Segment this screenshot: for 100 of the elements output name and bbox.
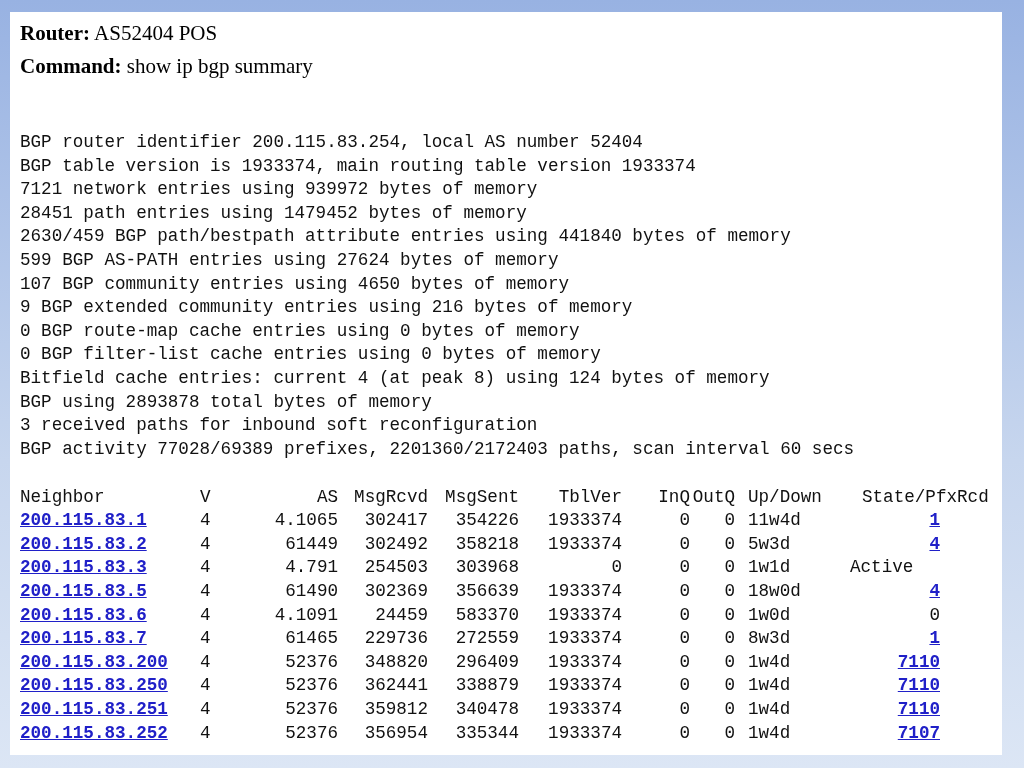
column-header: AS	[316, 485, 338, 508]
neighbor-link[interactable]: 200.115.83.252	[20, 721, 168, 744]
table-cell: 0	[679, 627, 690, 650]
neighbor-link[interactable]: 200.115.83.3	[20, 556, 147, 579]
table-cell: 4	[200, 532, 211, 555]
output-line: 9 BGP extended community entries using 216 bytes of memory	[20, 297, 633, 318]
prefix-count-link[interactable]: 7107	[897, 721, 940, 744]
table-cell: 52376	[285, 650, 338, 673]
table-cell: 0	[724, 627, 735, 650]
table-cell: 359812	[364, 698, 428, 721]
table-cell: 1w4d	[748, 650, 791, 673]
table-cell: 302417	[364, 509, 428, 532]
table-cell: 1w4d	[748, 721, 791, 744]
table-cell: 0	[724, 650, 735, 673]
column-header: InQ	[658, 485, 690, 508]
table-cell: 52376	[285, 674, 338, 697]
prefix-count-link[interactable]: 4	[929, 580, 940, 603]
output-line: 7121 network entries using 939972 bytes of memory	[20, 179, 538, 200]
table-cell: 1933374	[548, 721, 622, 744]
table-cell: 340478	[455, 698, 519, 721]
table-cell: 4	[200, 698, 211, 721]
table-cell: 296409	[455, 650, 519, 673]
table-cell: 4.1065	[274, 509, 338, 532]
prefix-count-link[interactable]: 4	[929, 532, 940, 555]
prefix-count-link[interactable]: 7110	[897, 698, 940, 721]
table-cell: 0	[724, 674, 735, 697]
table-cell: 61449	[285, 532, 338, 555]
table-cell: 358218	[455, 532, 519, 555]
table-cell: 0	[724, 532, 735, 555]
table-cell: 4	[200, 674, 211, 697]
neighbor-link[interactable]: 200.115.83.2	[20, 532, 147, 555]
table-cell: 1933374	[548, 627, 622, 650]
output-line: Bitfield cache entries: current 4 (at peak 8) using 124 bytes of memory	[20, 367, 770, 388]
table-cell: 4	[200, 603, 211, 626]
table-cell: 0	[929, 603, 940, 626]
table-cell: 348820	[364, 650, 428, 673]
table-cell: 1933374	[548, 698, 622, 721]
table-cell: 4.791	[285, 556, 338, 579]
table-cell: 5w3d	[748, 532, 791, 555]
table-cell: 4	[200, 556, 211, 579]
command-title: Command: show ip bgp summary	[20, 53, 314, 79]
table-cell: 0	[724, 580, 735, 603]
table-cell: 4	[200, 721, 211, 744]
table-cell: 1933374	[548, 509, 622, 532]
column-header: State/PfxRcd	[862, 485, 989, 508]
table-cell: 254503	[364, 556, 428, 579]
table-cell: 1w0d	[748, 603, 791, 626]
output-line: 0 BGP route-map cache entries using 0 bytes of memory	[20, 320, 580, 341]
output-line: 3 received paths for inbound soft reconfiguration	[20, 415, 538, 436]
output-line: 107 BGP community entries using 4650 bytes of memory	[20, 273, 569, 294]
neighbor-link[interactable]: 200.115.83.7	[20, 627, 147, 650]
table-cell: 356954	[364, 721, 428, 744]
prefix-count-link[interactable]: 1	[929, 509, 940, 532]
table-cell: 1w4d	[748, 698, 791, 721]
table-cell: 0	[724, 603, 735, 626]
output-line: BGP activity 77028/69389 prefixes, 2201360/2172403 paths, scan interval 60 secs	[20, 438, 855, 459]
prefix-count-link[interactable]: 1	[929, 627, 940, 650]
column-header: MsgSent	[445, 485, 519, 508]
neighbor-link[interactable]: 200.115.83.250	[20, 674, 168, 697]
table-cell: 1w1d	[748, 556, 791, 579]
neighbor-link[interactable]: 200.115.83.1	[20, 509, 147, 532]
table-cell: 0	[611, 556, 622, 579]
table-cell: 8w3d	[748, 627, 791, 650]
table-cell: 1933374	[548, 603, 622, 626]
table-cell: 0	[679, 650, 690, 673]
table-cell: 4.1091	[274, 603, 338, 626]
neighbor-link[interactable]: 200.115.83.200	[20, 650, 168, 673]
neighbor-link[interactable]: 200.115.83.5	[20, 580, 147, 603]
neighbor-link[interactable]: 200.115.83.251	[20, 698, 168, 721]
table-cell: 354226	[455, 509, 519, 532]
prefix-count-link[interactable]: 7110	[897, 674, 940, 697]
output-line: BGP router identifier 200.115.83.254, local AS number 52404	[20, 132, 643, 152]
table-cell: 0	[679, 698, 690, 721]
table-cell: 583370	[455, 603, 519, 626]
table-cell: 0	[679, 532, 690, 555]
table-cell: 338879	[455, 674, 519, 697]
table-cell: 4	[200, 509, 211, 532]
output-line: 0 BGP filter-list cache entries using 0 bytes of memory	[20, 344, 601, 365]
table-cell: 0	[679, 580, 690, 603]
table-cell: 1w4d	[748, 674, 791, 697]
table-cell: 0	[724, 698, 735, 721]
table-cell: 0	[679, 509, 690, 532]
table-cell: 229736	[364, 627, 428, 650]
table-cell: 1933374	[548, 580, 622, 603]
neighbor-link[interactable]: 200.115.83.6	[20, 603, 147, 626]
prefix-count-link[interactable]: 7110	[897, 650, 940, 673]
table-cell: 4	[200, 627, 211, 650]
output-line: 28451 path entries using 1479452 bytes of memory	[20, 202, 527, 223]
table-cell: 303968	[455, 556, 519, 579]
table-cell: 362441	[364, 674, 428, 697]
table-cell: 61465	[285, 627, 338, 650]
table-cell: 0	[724, 509, 735, 532]
column-header: V	[200, 485, 211, 508]
table-cell: 52376	[285, 721, 338, 744]
output-line: 599 BGP AS-PATH entries using 27624 bytes of memory	[20, 249, 559, 270]
router-title: Router: AS52404 POS	[20, 20, 219, 46]
table-cell: 0	[679, 674, 690, 697]
table-cell: 18w0d	[748, 580, 801, 603]
column-header: Up/Down	[748, 485, 822, 508]
output-line: 2630/459 BGP path/bestpath attribute entries using 441840 bytes of memory	[20, 226, 791, 247]
